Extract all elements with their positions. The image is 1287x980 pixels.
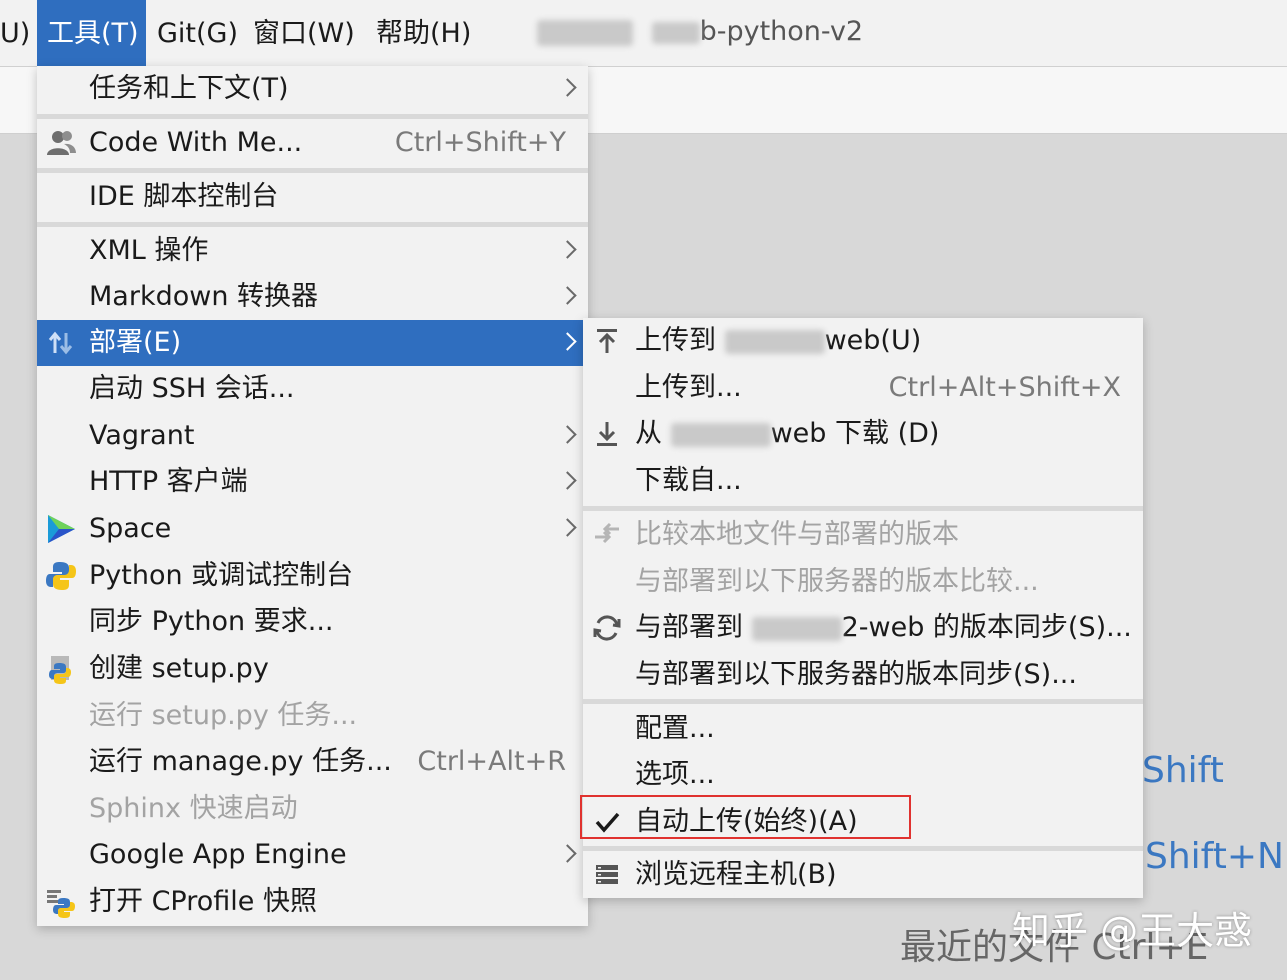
compare-arrows-icon (595, 522, 619, 544)
menu-item-compare-local-with-deployed: 比较本地文件与部署的版本 (583, 512, 1143, 558)
hint-shift-n: Shift+N (1145, 836, 1284, 877)
menu-item-markdown-converter[interactable]: Markdown 转换器 (37, 274, 588, 320)
menu-item-start-ssh[interactable]: 启动 SSH 会话... (37, 366, 588, 412)
menu-item-xml-actions[interactable]: XML 操作 (37, 228, 588, 274)
menu-separator (37, 114, 588, 119)
menu-item-sync-with[interactable]: 与部署到以下服务器的版本同步(S)... (583, 652, 1143, 698)
space-logo-icon (48, 515, 75, 543)
menu-item-code-with-me[interactable]: Code With Me... Ctrl+Shift+Y (37, 120, 588, 166)
hint-shift: Shift (1142, 750, 1224, 791)
menu-item-run-setup-py-task: 运行 setup.py 任务... (89, 700, 358, 731)
menu-item-open-cprofile-snapshot[interactable]: 打开 CProfile 快照 (37, 879, 588, 925)
upload-icon (597, 329, 617, 353)
menu-item-sync-python-requirements[interactable]: 同步 Python 要求... (37, 599, 588, 645)
menu-item-google-app-engine[interactable]: Google App Engine (37, 832, 588, 878)
menu-item-configuration[interactable]: 配置... (583, 706, 1143, 752)
menu-item-upload-to-dots[interactable]: 上传到... Ctrl+Alt+Shift+X (583, 365, 1143, 411)
download-icon (597, 422, 617, 446)
menubar-item-partial[interactable]: U) (0, 0, 30, 66)
chevron-right-icon (558, 332, 577, 351)
menubar-item-help[interactable]: 帮助(H) (376, 0, 471, 66)
chevron-right-icon (558, 471, 577, 490)
menu-item-browse-remote-host[interactable]: 浏览远程主机(B) (583, 852, 1143, 898)
project-title: b-python-v2 (537, 0, 863, 66)
menu-bar: U) 工具(T) Git(G) 窗口(W) 帮助(H) b-python-v2 (0, 0, 1287, 67)
menu-item-sphinx-quickstart: Sphinx 快速启动 (89, 793, 298, 824)
menu-item-run-manage-py-task[interactable]: 运行 manage.py 任务... Ctrl+Alt+R (37, 739, 588, 785)
python-setup-icon (49, 656, 71, 684)
menubar-item-tools[interactable]: 工具(T) (37, 0, 146, 66)
chevron-right-icon (558, 286, 577, 305)
menu-item-download-from[interactable]: 下载自... (583, 458, 1143, 504)
chevron-right-icon (558, 425, 577, 444)
menu-separator (583, 846, 1143, 851)
python-console-icon (46, 562, 76, 590)
chevron-right-icon (558, 844, 577, 863)
menubar-item-git[interactable]: Git(G) (157, 0, 238, 66)
menu-item-vagrant[interactable]: Vagrant (37, 413, 588, 459)
menu-item-create-setup-py[interactable]: 创建 setup.py (37, 646, 588, 692)
chevron-right-icon (558, 518, 577, 537)
menu-item-download-from-server[interactable]: 从 web 下载 (D) (583, 411, 1143, 457)
menu-item-options[interactable]: 选项... (583, 752, 1143, 798)
chevron-right-icon (558, 78, 577, 97)
menu-separator (583, 699, 1143, 704)
menu-separator (37, 168, 588, 173)
cprofile-icon (47, 890, 75, 918)
chevron-right-icon (558, 240, 577, 259)
users-icon (47, 131, 76, 155)
menu-item-tasks-context[interactable]: 任务和上下文(T) (37, 66, 588, 112)
menu-item-deployment[interactable]: 部署(E) (37, 320, 588, 366)
menubar-item-window[interactable]: 窗口(W) (253, 0, 355, 66)
menu-item-upload-to-server[interactable]: 上传到 web(U) (583, 318, 1143, 364)
menu-item-sync-with-server[interactable]: 与部署到 2-web 的版本同步(S)... (583, 605, 1143, 651)
tools-menu: 任务和上下文(T) Code With Me... Ctrl+Shift+Y ID… (37, 66, 588, 926)
watermark: 知乎 @王大惑 (1012, 909, 1253, 953)
highlight-annotation-box (580, 795, 911, 839)
menu-item-compare-with-server: 与部署到以下服务器的版本比较... (635, 566, 1039, 597)
deploy-arrows-icon (48, 331, 73, 355)
sync-icon (593, 615, 621, 641)
menu-separator (583, 506, 1143, 511)
menu-item-space[interactable]: Space (37, 506, 588, 552)
menu-item-ide-script-console[interactable]: IDE 脚本控制台 (37, 174, 588, 220)
server-list-icon (596, 865, 618, 884)
menu-item-http-client[interactable]: HTTP 客户端 (37, 459, 588, 505)
menu-separator (37, 222, 588, 227)
menu-item-python-console[interactable]: Python 或调试控制台 (37, 553, 588, 599)
